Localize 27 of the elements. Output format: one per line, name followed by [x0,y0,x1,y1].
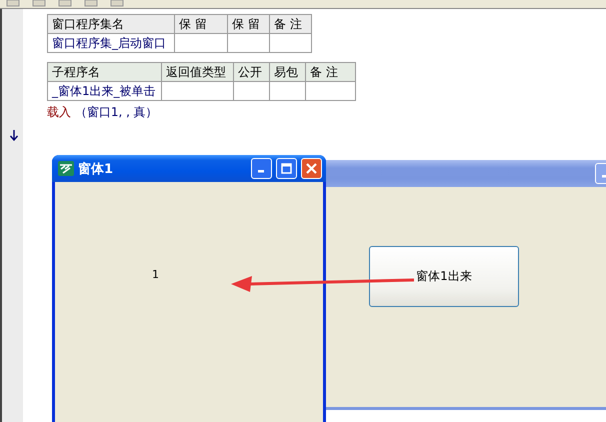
label: 1 [152,268,159,281]
down-arrow-icon [10,130,18,141]
column-header: 备 注 [270,14,312,34]
column-header: 保 留 [228,14,270,34]
column-header: 子程序名 [48,62,162,82]
window-title: 窗体1 [78,160,114,178]
toolbar-icon[interactable] [6,0,20,7]
toolbar-icon[interactable] [84,0,98,7]
toolbar-icon[interactable] [110,0,124,7]
show-window-button[interactable]: 窗体1出来 [369,246,519,307]
table-cell: _窗体1出来_被单击 [48,82,162,100]
table-cell: 窗口程序集_启动窗口 [48,34,174,52]
column-header: 公开 [234,62,270,82]
maximize-icon [281,163,292,174]
column-header: 窗口程序集名 [48,14,174,34]
app-icon [58,161,74,176]
close-icon [306,163,317,174]
toolbar-icon[interactable] [58,0,72,7]
minimize-button[interactable] [251,158,272,179]
maximize-button[interactable] [276,158,297,179]
close-button[interactable] [301,158,322,179]
toolbar-icon[interactable] [32,0,46,7]
column-header: 保 留 [174,14,228,34]
code-line: 载入 （窗口1, , 真） [47,104,159,121]
column-header: 易包 [270,62,306,82]
column-header: 备 注 [306,62,356,82]
column-header: 返回值类型 [162,62,234,82]
